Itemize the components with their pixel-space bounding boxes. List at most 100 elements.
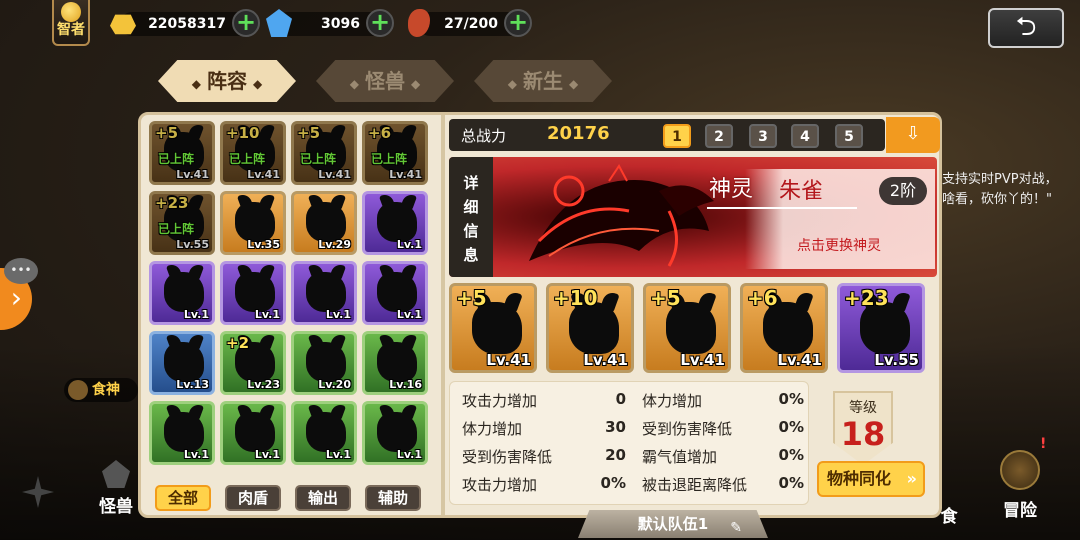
slot-level: Lv.41	[486, 351, 531, 369]
back-button[interactable]: ⮌	[988, 8, 1064, 48]
monster-star-level: +5	[297, 124, 321, 142]
team-slot[interactable]: +5 Lv.41	[449, 283, 537, 373]
ornament-icon: ◆	[349, 77, 359, 91]
stat-row: 受到伤害降低 0%	[642, 418, 804, 439]
monster-silhouette-icon	[235, 272, 275, 312]
chat-icon[interactable]: •••	[4, 258, 38, 284]
monster-card[interactable]: Lv.1	[362, 191, 428, 255]
gold-counter: 22058317 +	[110, 9, 260, 37]
monster-card[interactable]: +23 已上阵 Lv.55	[149, 191, 215, 255]
stat-label: 攻击力增加	[462, 476, 538, 494]
power-label: 总战力	[461, 127, 507, 145]
monster-card[interactable]: +5 已上阵 Lv.41	[291, 121, 357, 185]
monster-card[interactable]: Lv.29	[291, 191, 357, 255]
guardian-detail-card[interactable]: 详 细 信 息 神灵 朱雀 2阶 点击更换神灵	[449, 157, 937, 277]
stat-value: 0%	[778, 446, 804, 464]
on-team-badge: 已上阵	[371, 152, 408, 166]
nav-left-icon[interactable]	[22, 476, 58, 512]
monster-card[interactable]: Lv.1	[149, 261, 215, 325]
power-value: 20176	[547, 123, 610, 144]
add-stamina-button[interactable]: +	[504, 9, 532, 37]
monster-silhouette-icon	[235, 202, 275, 242]
chef-badge[interactable]: 食神	[64, 378, 138, 402]
team-tab-4[interactable]: 4	[791, 124, 819, 148]
god-underline	[707, 207, 857, 209]
monster-card[interactable]: Lv.13	[149, 331, 215, 395]
team-tab-2[interactable]: 2	[705, 124, 733, 148]
monster-card[interactable]: Lv.1	[291, 261, 357, 325]
on-team-badge: 已上阵	[158, 222, 195, 236]
team-tab-1[interactable]: 1	[663, 124, 691, 148]
species-assimilate-button[interactable]: 物种同化 »	[817, 461, 925, 497]
level-badge: 等级 18	[821, 391, 905, 465]
team-name-tab[interactable]: 默认队伍1 ✎	[578, 510, 768, 538]
monster-silhouette-icon	[306, 202, 346, 242]
swap-team-button[interactable]: ⇩	[886, 117, 940, 153]
monster-level: Lv.23	[247, 378, 280, 391]
stat-value: 0%	[778, 474, 804, 492]
swap-cards-icon: ⇩	[905, 123, 921, 144]
god-name: 朱雀	[779, 179, 824, 204]
nav-adventure[interactable]: 冒险	[996, 450, 1044, 521]
blue-gem-icon	[266, 9, 292, 37]
monster-card[interactable]: Lv.1	[220, 261, 286, 325]
filter-all-button[interactable]: 全部	[155, 485, 211, 511]
slot-level: Lv.55	[874, 351, 919, 369]
stat-label: 攻击力增加	[462, 392, 538, 410]
monster-card[interactable]: Lv.1	[220, 401, 286, 465]
monster-card[interactable]: Lv.1	[291, 401, 357, 465]
monster-card[interactable]: Lv.1	[362, 401, 428, 465]
stat-label: 受到伤害降低	[462, 448, 553, 466]
filter-support-button[interactable]: 辅助	[365, 485, 421, 511]
team-tab-5[interactable]: 5	[835, 124, 863, 148]
monster-card[interactable]: +10 已上阵 Lv.41	[220, 121, 286, 185]
monster-card[interactable]: +2 Lv.23	[220, 331, 286, 395]
monster-level: Lv.1	[325, 308, 351, 321]
filter-tank-button[interactable]: 肉盾	[225, 485, 281, 511]
stat-value: 0%	[600, 474, 626, 492]
monster-silhouette-icon	[164, 342, 204, 382]
level-value: 18	[840, 415, 886, 453]
monster-silhouette-icon	[306, 342, 346, 382]
team-tab-3[interactable]: 3	[749, 124, 777, 148]
stat-label: 霸气值增加	[642, 448, 718, 466]
tab-monsters[interactable]: ◆ 怪兽 ◆	[316, 60, 454, 102]
team-slot[interactable]: +10 Lv.41	[546, 283, 634, 373]
filter-dps-button[interactable]: 输出	[295, 485, 351, 511]
nav-monster[interactable]: 怪兽	[96, 460, 136, 517]
stat-label: 体力增加	[462, 420, 523, 438]
edit-pencil-icon[interactable]: ✎	[730, 514, 742, 538]
monster-card[interactable]: Lv.16	[362, 331, 428, 395]
monster-card[interactable]: +6 已上阵 Lv.41	[362, 121, 428, 185]
monster-card[interactable]: Lv.35	[220, 191, 286, 255]
monster-silhouette-icon	[164, 412, 204, 452]
stat-row: 被击退距离降低 0%	[642, 474, 804, 495]
monster-level: Lv.41	[389, 168, 422, 181]
slot-level: Lv.41	[680, 351, 725, 369]
monster-silhouette-icon	[306, 272, 346, 312]
team-slot[interactable]: +23 Lv.55	[837, 283, 925, 373]
nav-monster-label: 怪兽	[99, 497, 133, 517]
add-gems-button[interactable]: +	[366, 9, 394, 37]
rank-label: 智者	[57, 22, 85, 38]
slot-star-level: +23	[844, 286, 889, 310]
monster-card[interactable]: Lv.20	[291, 331, 357, 395]
team-slot[interactable]: +6 Lv.41	[740, 283, 828, 373]
monster-card[interactable]: +5 已上阵 Lv.41	[149, 121, 215, 185]
on-team-badge: 已上阵	[300, 152, 337, 166]
add-gold-button[interactable]: +	[232, 9, 260, 37]
tab-rebirth[interactable]: ◆ 新生 ◆	[474, 60, 612, 102]
top-bar: 智者 22058317 + 3096 + 27/200 + ⮌	[0, 0, 1080, 50]
team-stats: 攻击力增加 0 体力增加 30 受到伤害降低 20 攻击力增加 0% 体力增加 0% 受到伤害降低 0…	[449, 381, 809, 505]
monster-star-level: +6	[368, 124, 392, 142]
monster-level: Lv.1	[183, 308, 209, 321]
back-arrow-icon: ⮌	[1015, 12, 1037, 42]
rank-badge[interactable]: 智者	[52, 0, 90, 46]
team-slot[interactable]: +5 Lv.41	[643, 283, 731, 373]
tab-lineup[interactable]: ◆ 阵容 ◆	[158, 60, 296, 102]
monster-card[interactable]: Lv.1	[149, 401, 215, 465]
level-label: 等级	[849, 400, 877, 416]
stat-row: 受到伤害降低 20	[462, 446, 626, 467]
change-god-hint[interactable]: 点击更换神灵	[797, 235, 881, 255]
monster-card[interactable]: Lv.1	[362, 261, 428, 325]
